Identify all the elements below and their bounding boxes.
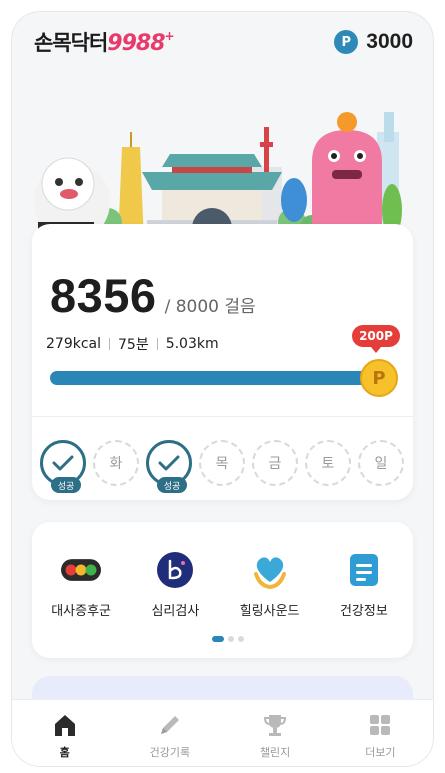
step-goal: / 8000 걸음: [164, 297, 256, 317]
weekly-attendance: 성공 화 성공 목 금 토 일: [40, 440, 404, 493]
stat-divider: [109, 338, 110, 350]
page-indicator: [212, 636, 244, 642]
logo-korean: 손목닥터: [34, 31, 108, 55]
check-icon: [52, 455, 74, 471]
points-display[interactable]: P 3000: [334, 30, 413, 54]
bottom-tab-bar: 홈 건강기록 챌린지 더보기: [12, 699, 433, 766]
day-wed: 성공: [146, 440, 192, 493]
point-icon: P: [334, 30, 359, 54]
app-screen: 손목닥터 9988 + P 3000 8356 / 8000 걸음 279kca…: [12, 12, 433, 766]
tab-health-record[interactable]: 건강기록: [117, 700, 222, 766]
page-dot-active: [212, 636, 224, 642]
page-dot: [228, 636, 234, 642]
tab-label: 챌린지: [259, 746, 291, 759]
steps-row: 8356 / 8000 걸음: [50, 268, 256, 323]
step-count: 8356: [50, 269, 157, 322]
menu-label: 심리검사: [151, 604, 200, 619]
tab-label: 홈: [59, 746, 70, 759]
day-thu: 목: [199, 440, 245, 486]
home-icon: [54, 715, 75, 736]
menu-psych-test[interactable]: 심리검사: [130, 550, 220, 619]
day-tue: 화: [93, 440, 139, 486]
logo-number: 9988: [107, 31, 165, 56]
logo-plus: +: [164, 29, 175, 43]
points-value: 3000: [366, 30, 413, 53]
tab-home[interactable]: 홈: [12, 700, 117, 766]
mind-test-icon: [155, 550, 195, 590]
menu-healing-sound[interactable]: 힐링사운드: [225, 550, 315, 619]
activity-stats: 279kcal 75분 5.03km: [46, 334, 219, 354]
success-badge: 성공: [51, 477, 81, 493]
quick-menu-card: 대사증후군 심리검사 힐링사운드 건강정보: [32, 522, 413, 658]
step-card[interactable]: 8356 / 8000 걸음 279kcal 75분 5.03km 200P P…: [32, 224, 413, 500]
menu-label: 힐링사운드: [239, 604, 300, 619]
card-divider: [32, 416, 413, 417]
distance-value: 5.03km: [165, 336, 219, 352]
app-header: 손목닥터 9988 + P 3000: [12, 12, 433, 72]
page-dot: [238, 636, 244, 642]
seoul-landmarks-illustration: [12, 72, 433, 242]
menu-label: 대사증후군: [51, 604, 112, 619]
coin-icon[interactable]: P: [360, 359, 398, 397]
grid-icon: [370, 715, 391, 735]
check-icon: [158, 455, 180, 471]
tab-label: 건강기록: [149, 746, 191, 759]
tab-challenge[interactable]: 챌린지: [223, 700, 328, 766]
pencil-icon: [160, 716, 179, 734]
stat-divider: [156, 338, 158, 350]
day-sun: 일: [358, 440, 404, 486]
day-mon: 성공: [40, 440, 86, 493]
trophy-icon: [264, 715, 287, 736]
reward-badge: 200P: [352, 325, 400, 353]
quick-menu: 대사증후군 심리검사 힐링사운드 건강정보: [32, 550, 413, 619]
step-progress-fill: [50, 371, 380, 385]
app-logo[interactable]: 손목닥터 9988 +: [34, 27, 175, 57]
calories-value: 279kcal: [46, 336, 101, 352]
tab-more[interactable]: 더보기: [328, 700, 433, 766]
step-progress-bar: [50, 371, 380, 385]
healing-heart-icon: [250, 550, 290, 590]
traffic-light-icon: [61, 550, 102, 590]
minutes-value: 75분: [118, 337, 149, 353]
success-badge: 성공: [157, 477, 187, 493]
menu-metabolic-syndrome[interactable]: 대사증후군: [36, 550, 126, 619]
health-info-icon: [344, 550, 384, 590]
menu-health-info[interactable]: 건강정보: [319, 550, 409, 619]
day-fri: 금: [252, 440, 298, 486]
menu-label: 건강정보: [339, 604, 388, 619]
day-sat: 토: [305, 440, 351, 486]
tab-label: 더보기: [365, 746, 396, 759]
